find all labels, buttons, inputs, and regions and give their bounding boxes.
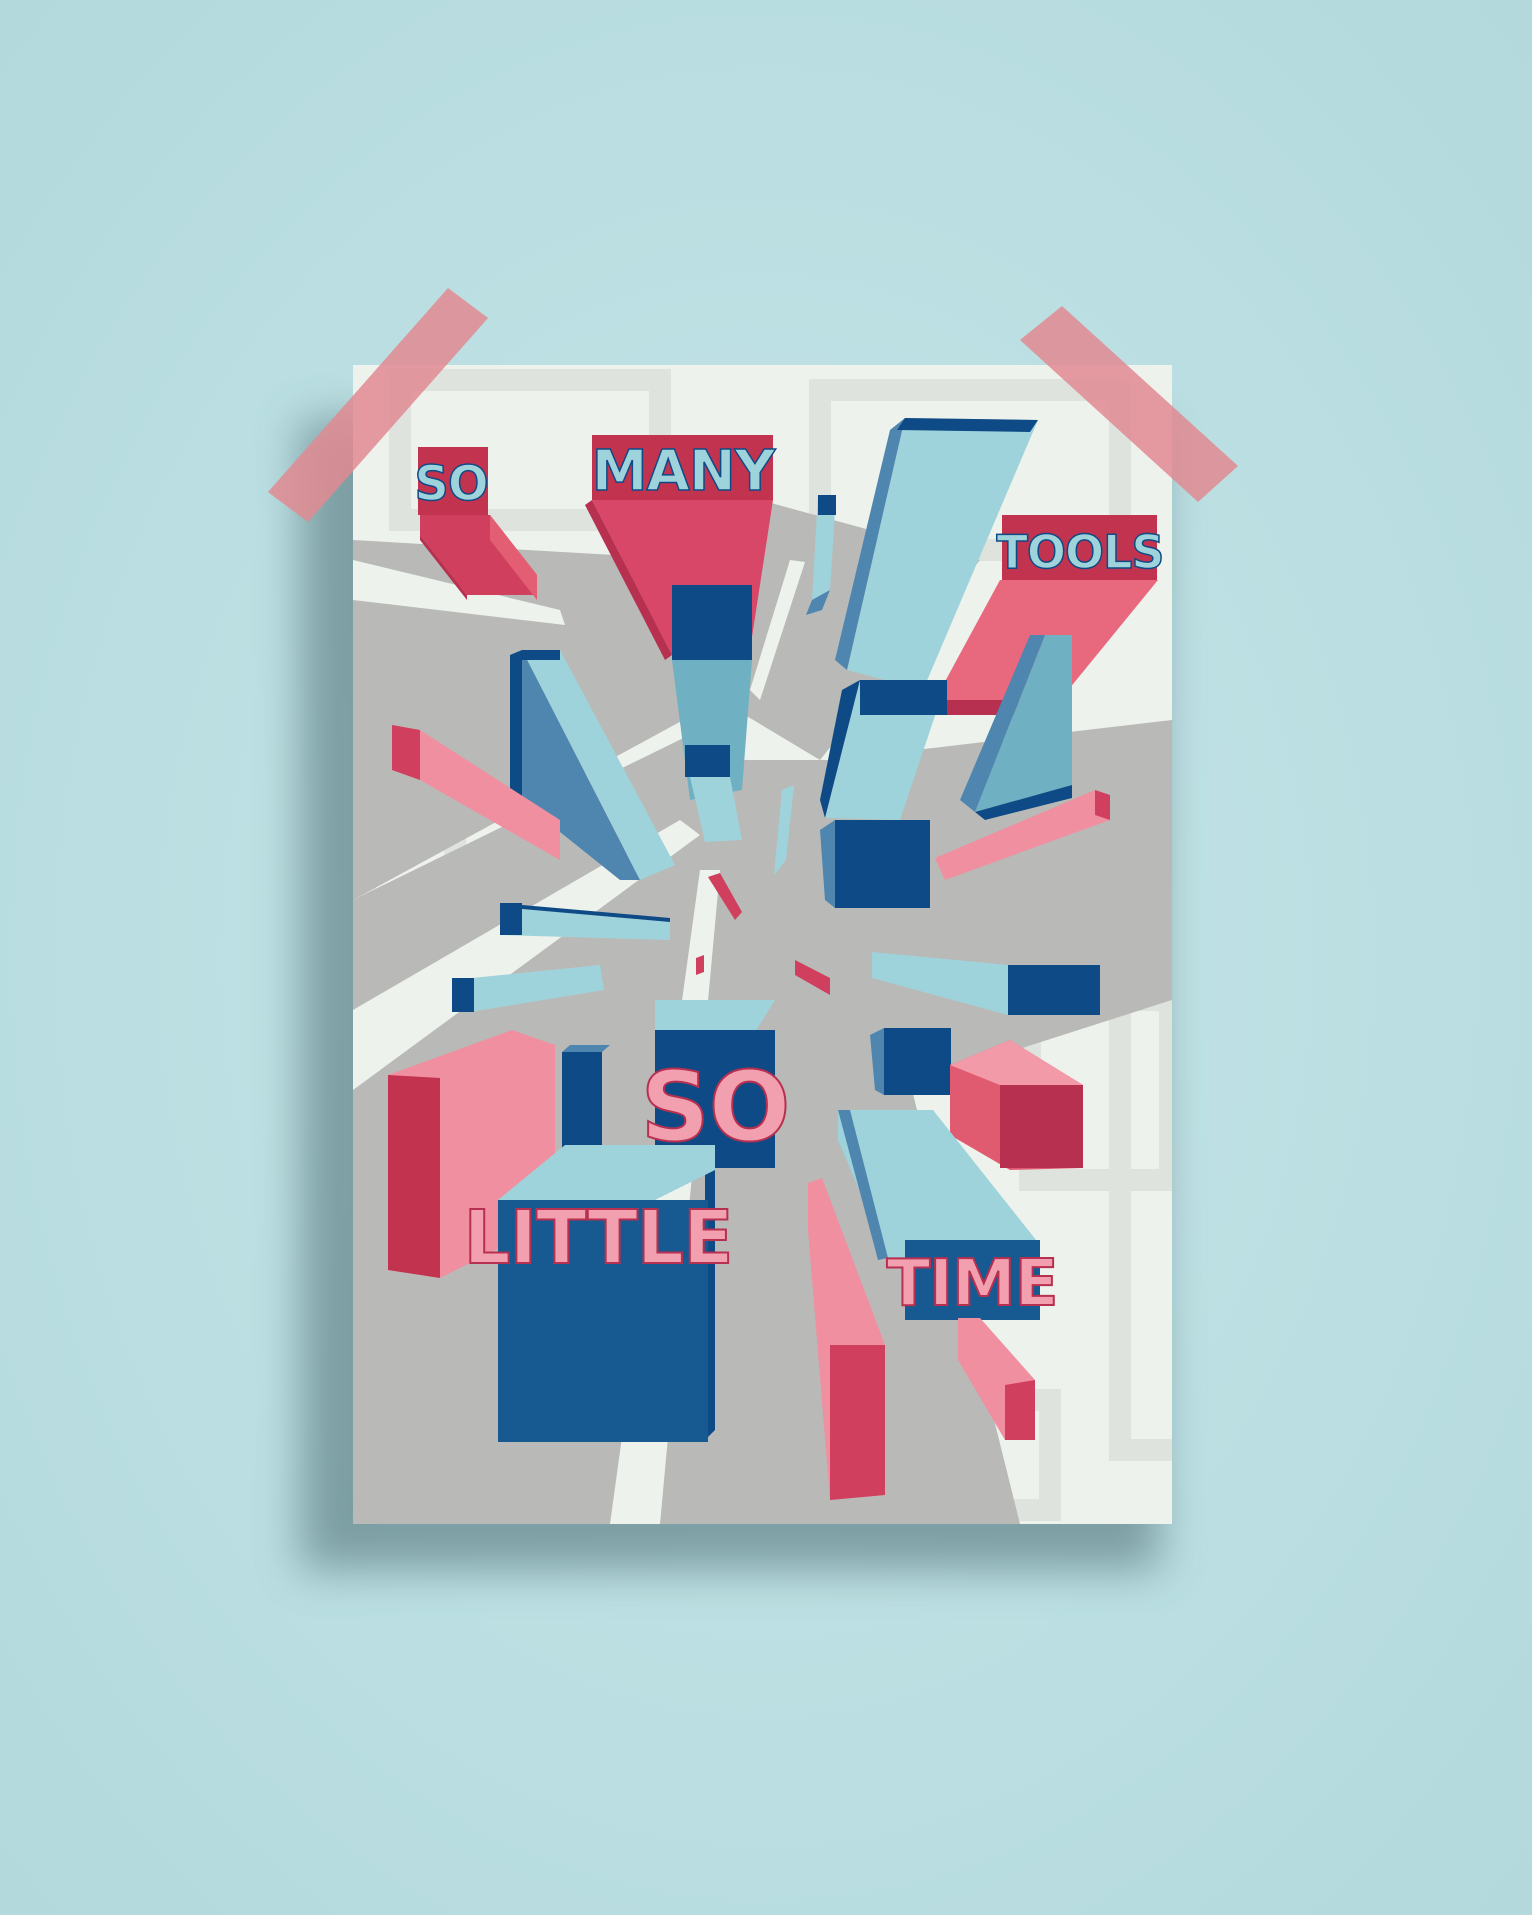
- navy-cube-center: [820, 820, 930, 908]
- poster: SO MANY TOOLS SO LITTLE TIME: [353, 365, 1172, 1524]
- word-tools: TOOLS: [996, 525, 1163, 579]
- word-little: LITTLE: [463, 1195, 732, 1281]
- word-so-center: SO: [641, 1051, 790, 1163]
- word-so-top: SO: [414, 456, 487, 512]
- word-many: MANY: [592, 439, 777, 504]
- navy-cube-right-of-so: [870, 1028, 951, 1095]
- word-time: TIME: [887, 1247, 1058, 1321]
- poster-scene: SO MANY TOOLS SO LITTLE TIME: [0, 0, 1532, 1915]
